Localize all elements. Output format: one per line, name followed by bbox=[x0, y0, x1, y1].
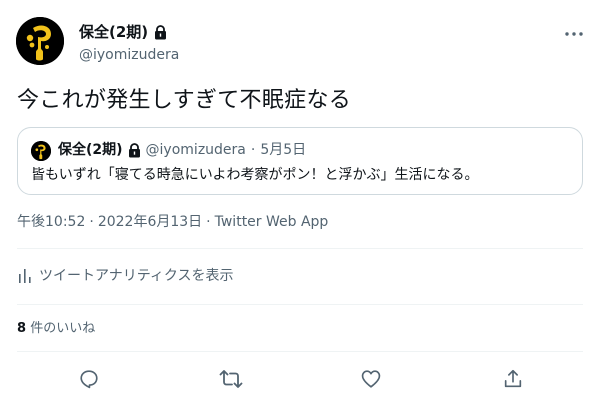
lock-icon bbox=[154, 24, 167, 40]
quoted-separator: · bbox=[250, 142, 256, 158]
likes-link[interactable]: 8 件のいいね bbox=[17, 320, 95, 338]
tweet-meta: 午後10:52 · 2022年6月13日 · Twitter Web App bbox=[17, 212, 328, 232]
author-display-name[interactable]: 保全(2期) bbox=[79, 22, 148, 42]
lock-icon bbox=[128, 142, 141, 158]
bar-chart-icon bbox=[19, 269, 31, 283]
divider bbox=[17, 351, 583, 352]
tweet-time[interactable]: 午後10:52 bbox=[17, 212, 85, 232]
quoted-date: 5月5日 bbox=[260, 142, 307, 158]
quoted-handle: @iyomizudera bbox=[145, 142, 246, 158]
share-icon bbox=[504, 369, 522, 388]
meta-separator: · bbox=[206, 214, 211, 230]
author-name-row[interactable]: 保全(2期) bbox=[79, 22, 167, 42]
like-button[interactable] bbox=[358, 366, 384, 392]
avatar-image bbox=[16, 17, 64, 65]
tweet-date[interactable]: 2022年6月13日 bbox=[98, 212, 202, 232]
quoted-header: 保全(2期) @iyomizudera · 5月5日 bbox=[58, 140, 306, 160]
quoted-tweet[interactable]: 保全(2期) @iyomizudera · 5月5日 皆もいずれ「寝てる時急にい… bbox=[17, 127, 583, 195]
more-button[interactable] bbox=[562, 24, 586, 44]
tweet-source-app[interactable]: Twitter Web App bbox=[215, 212, 329, 232]
analytics-label: ツイートアナリティクスを表示 bbox=[39, 268, 234, 284]
quoted-text: 皆もいずれ「寝てる時急にいよわ考察がポン！と浮かぶ」生活になる。 bbox=[31, 167, 479, 183]
reply-button[interactable] bbox=[76, 366, 102, 392]
retweet-icon bbox=[219, 370, 243, 388]
divider bbox=[17, 304, 583, 305]
reply-icon bbox=[80, 370, 98, 389]
tweet-text: 今これが発生しすぎて不眠症なる bbox=[17, 88, 352, 113]
avatar[interactable] bbox=[16, 17, 64, 65]
meta-separator: · bbox=[89, 214, 94, 230]
view-analytics-link[interactable]: ツイートアナリティクスを表示 bbox=[17, 266, 233, 286]
quoted-display-name: 保全(2期) bbox=[58, 142, 123, 158]
likes-label: 件のいいね bbox=[30, 321, 96, 336]
likes-count: 8 bbox=[17, 321, 27, 336]
author-handle[interactable]: @iyomizudera bbox=[79, 46, 179, 64]
quoted-avatar bbox=[31, 141, 51, 161]
share-button[interactable] bbox=[500, 366, 526, 392]
more-horizontal-icon bbox=[565, 32, 583, 36]
retweet-button[interactable] bbox=[218, 366, 244, 392]
heart-icon bbox=[361, 370, 381, 388]
divider bbox=[17, 248, 583, 249]
